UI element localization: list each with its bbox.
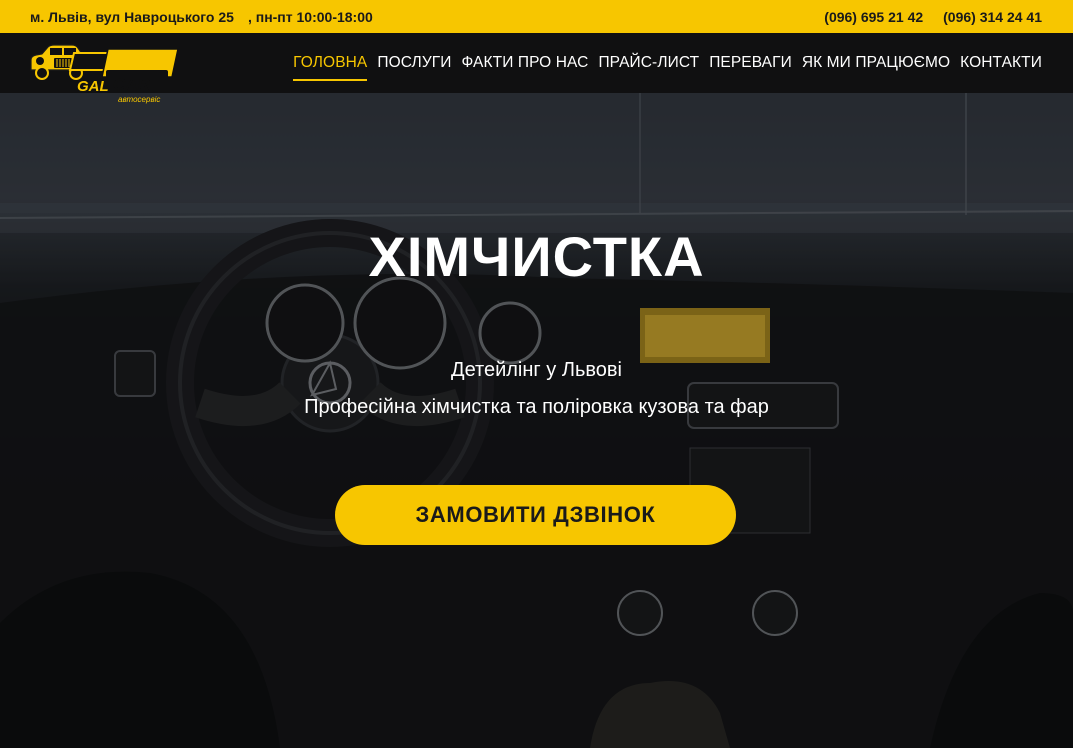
nav-item-services[interactable]: ПОСЛУГИ: [377, 33, 451, 93]
address-text: м. Львів, вул Навроцького 25: [30, 8, 234, 25]
logo-text-car: CAR: [113, 75, 150, 94]
working-hours-text: , пн-пт 10:00-18:00: [247, 8, 373, 25]
hero-overlay: [0, 93, 1073, 748]
top-info-bar: м. Львів, вул Навроцького 25 , пн-пт 10:…: [0, 0, 1073, 33]
nav-item-home[interactable]: ГОЛОВНА: [293, 33, 368, 93]
phone-link-2[interactable]: (096) 314 24 41: [943, 9, 1042, 25]
main-nav: ГОЛОВНА ПОСЛУГИ ФАКТИ ПРО НАС ПРАЙС-ЛИСТ…: [293, 33, 1042, 93]
site-logo[interactable]: GAL CAR автосервіс: [28, 40, 180, 104]
site-header: GAL CAR автосервіс ГОЛОВНА ПОСЛУГИ ФАКТИ…: [0, 33, 1073, 104]
phone-link-1[interactable]: (096) 695 21 42: [824, 9, 923, 25]
logo-text-gal: GAL: [77, 78, 109, 95]
nav-item-about[interactable]: ФАКТИ ПРО НАС: [462, 33, 589, 93]
nav-item-pricelist[interactable]: ПРАЙС-ЛИСТ: [598, 33, 699, 93]
nav-item-advantages[interactable]: ПЕРЕВАГИ: [709, 33, 792, 93]
hero-section: ХІМЧИСТКА Детейлінг у Львові Професійна …: [0, 93, 1073, 748]
logo-tagline: автосервіс: [118, 95, 161, 104]
nav-item-contacts[interactable]: КОНТАКТИ: [960, 33, 1042, 93]
location-info: м. Львів, вул Навроцького 25 , пн-пт 10:…: [30, 9, 373, 25]
hero-subtitle-2: Професійна хімчистка та поліровка кузова…: [304, 396, 769, 418]
phone-list: (096) 695 21 42 (096) 314 24 41: [824, 9, 1042, 25]
hero-title: ХІМЧИСТКА: [368, 225, 705, 288]
nav-item-how-we-work[interactable]: ЯК МИ ПРАЦЮЄМО: [802, 33, 950, 93]
request-call-button[interactable]: ЗАМОВИТИ ДЗВІНОК: [335, 485, 736, 545]
hero-subtitle-1: Детейлінг у Львові: [451, 359, 622, 381]
